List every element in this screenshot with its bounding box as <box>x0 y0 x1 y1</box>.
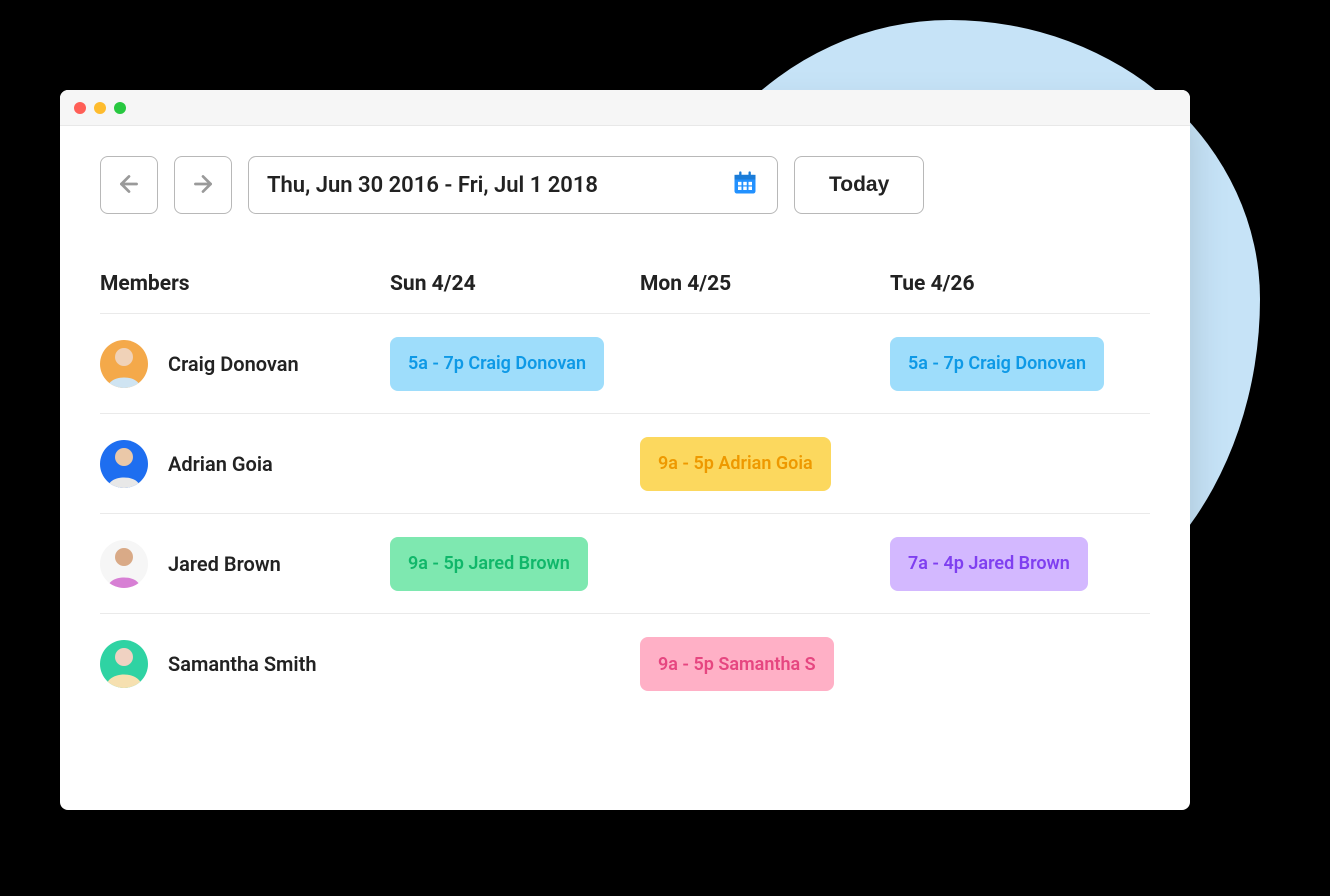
shift-block[interactable]: 9a - 5p Samantha S <box>640 637 834 691</box>
schedule-row: Samantha Smith 9a - 5p Samantha S <box>100 614 1150 714</box>
day-column-header: Sun 4/24 <box>390 272 640 296</box>
calendar-icon <box>731 169 759 201</box>
member-cell: Craig Donovan <box>100 340 390 388</box>
member-cell: Adrian Goia <box>100 440 390 488</box>
window-zoom-button[interactable] <box>114 102 126 114</box>
avatar <box>100 340 148 388</box>
member-name: Adrian Goia <box>168 452 273 476</box>
window-titlebar <box>60 90 1190 126</box>
arrow-right-icon <box>190 171 216 200</box>
window-close-button[interactable] <box>74 102 86 114</box>
avatar <box>100 440 148 488</box>
schedule-header-row: Members Sun 4/24 Mon 4/25 Tue 4/26 <box>100 254 1150 314</box>
date-range-text: Thu, Jun 30 2016 - Fri, Jul 1 2018 <box>267 173 598 198</box>
day-column-header: Tue 4/26 <box>890 272 1140 296</box>
member-cell: Jared Brown <box>100 540 390 588</box>
shift-block[interactable]: 9a - 5p Jared Brown <box>390 537 588 591</box>
members-column-header: Members <box>100 272 390 296</box>
member-name: Samantha Smith <box>168 652 317 676</box>
schedule-grid: Members Sun 4/24 Mon 4/25 Tue 4/26 Craig… <box>60 234 1190 724</box>
app-window: Thu, Jun 30 2016 - Fri, Jul 1 2018 Today… <box>60 90 1190 810</box>
member-name: Jared Brown <box>168 552 281 576</box>
member-name: Craig Donovan <box>168 352 299 376</box>
day-column-header: Mon 4/25 <box>640 272 890 296</box>
shift-block[interactable]: 5a - 7p Craig Donovan <box>390 337 604 391</box>
shift-block[interactable]: 5a - 7p Craig Donovan <box>890 337 1104 391</box>
avatar <box>100 640 148 688</box>
toolbar: Thu, Jun 30 2016 - Fri, Jul 1 2018 Today <box>60 126 1190 234</box>
avatar <box>100 540 148 588</box>
schedule-row: Adrian Goia 9a - 5p Adrian Goia <box>100 414 1150 514</box>
shift-block[interactable]: 9a - 5p Adrian Goia <box>640 437 831 491</box>
schedule-row: Craig Donovan 5a - 7p Craig Donovan 5a -… <box>100 314 1150 414</box>
prev-button[interactable] <box>100 156 158 214</box>
today-button[interactable]: Today <box>794 156 924 214</box>
member-cell: Samantha Smith <box>100 640 390 688</box>
window-minimize-button[interactable] <box>94 102 106 114</box>
date-range-picker[interactable]: Thu, Jun 30 2016 - Fri, Jul 1 2018 <box>248 156 778 214</box>
shift-block[interactable]: 7a - 4p Jared Brown <box>890 537 1088 591</box>
schedule-row: Jared Brown 9a - 5p Jared Brown 7a - 4p … <box>100 514 1150 614</box>
next-button[interactable] <box>174 156 232 214</box>
arrow-left-icon <box>116 171 142 200</box>
